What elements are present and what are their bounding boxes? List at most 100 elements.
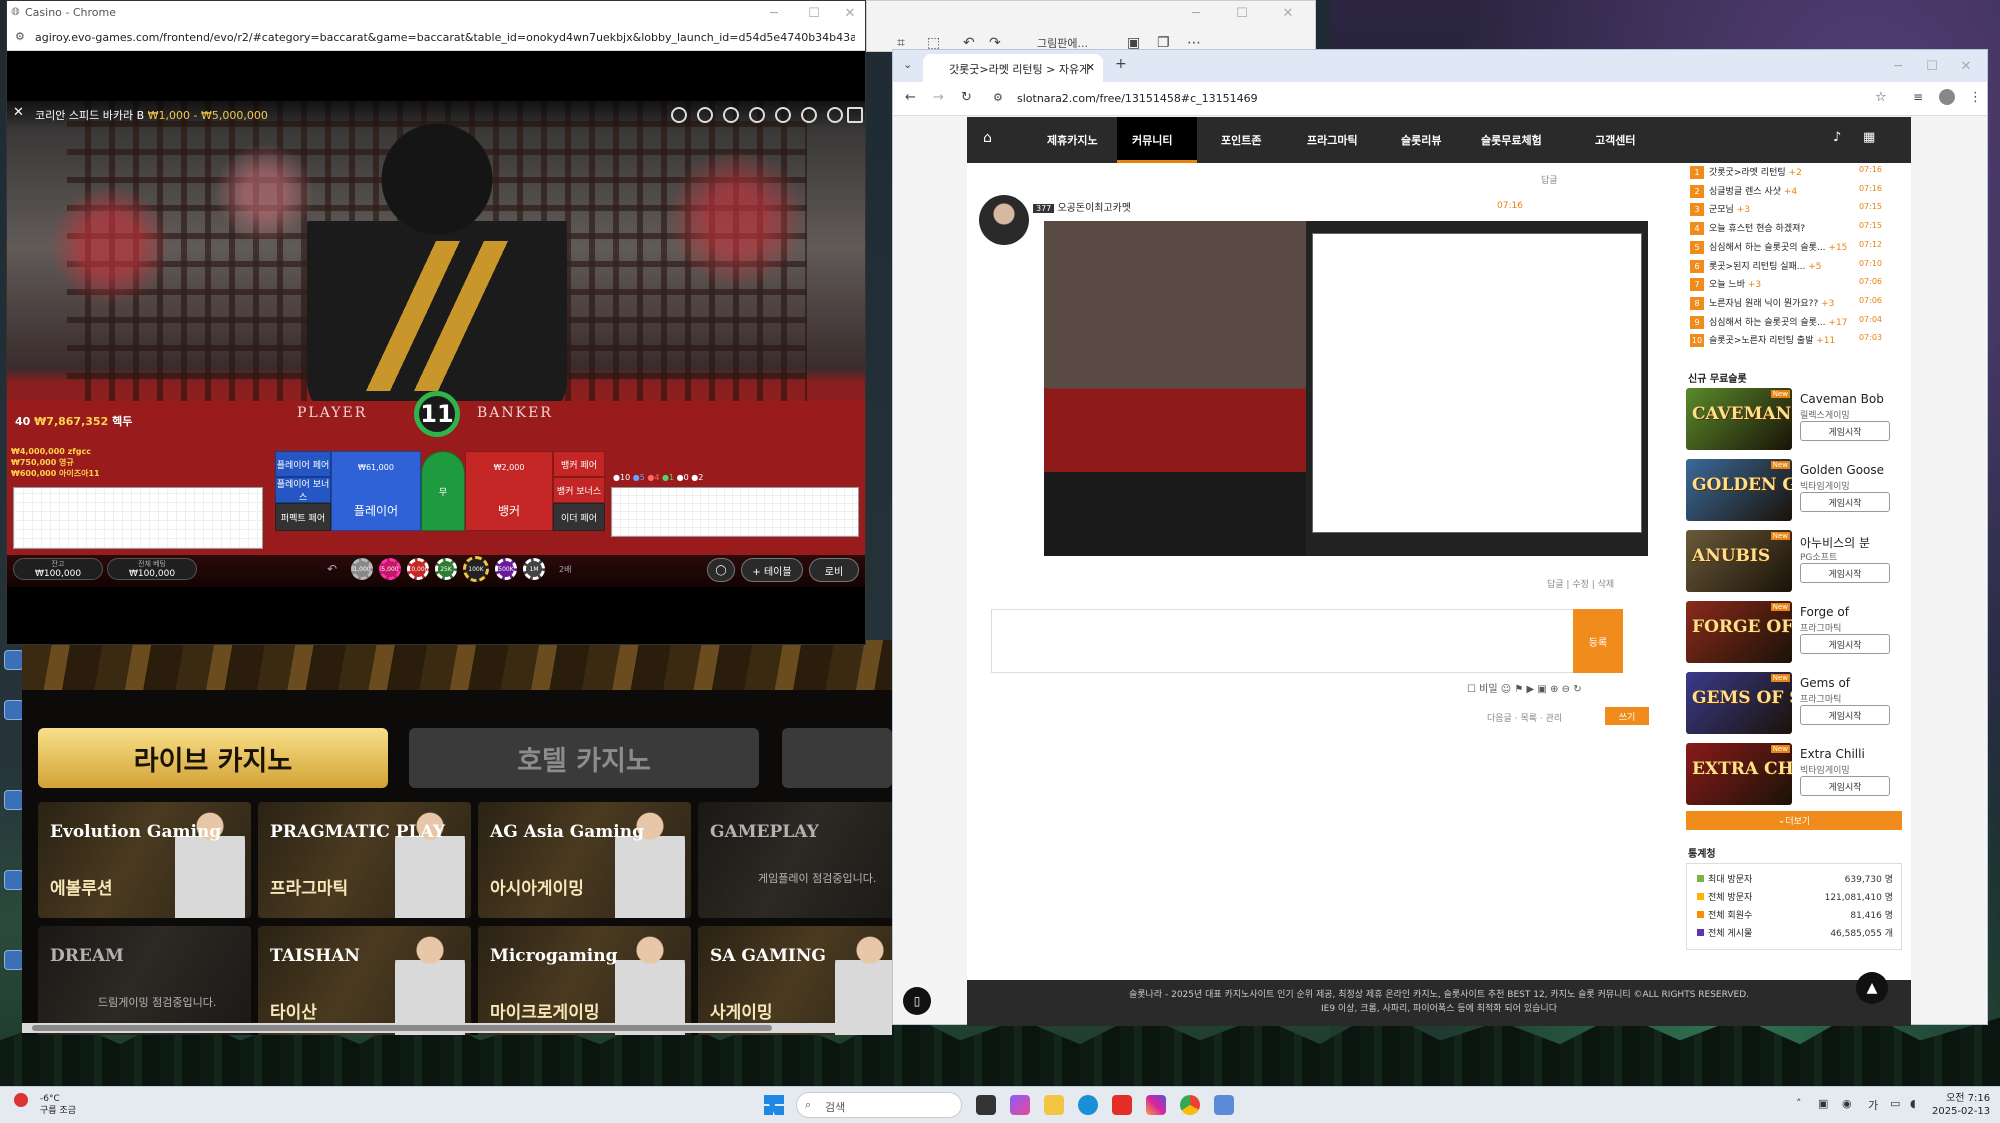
history-icon[interactable] [775, 107, 791, 123]
bet-player-pair[interactable]: 플레이어 페어 [275, 451, 331, 477]
site-info-icon[interactable]: ⚙ [15, 30, 25, 43]
play-button[interactable]: 게임시작 [1800, 421, 1890, 441]
game-card-microgaming[interactable]: Microgaming 마이크로게이밍 [478, 926, 691, 1035]
tray-overflow-icon[interactable]: ˄ [1796, 1097, 1802, 1110]
rank-row[interactable]: 1 갓롯굿>라멧 리턴팅 +2 07:16 [1690, 165, 1890, 183]
home-icon[interactable]: ⌂ [983, 130, 992, 146]
rank-row[interactable]: 10 슬롯곳>노른자 리턴팅 출발 +11 07:03 [1690, 333, 1890, 351]
slot-thumbnail[interactable]: GEMS OF SERENGETI New [1686, 672, 1792, 734]
slot-thumbnail[interactable]: CAVEMAN BOB New [1686, 388, 1792, 450]
game-card-evolution[interactable]: Evolution Gaming 에볼루션 [38, 802, 251, 918]
slot-thumbnail[interactable]: FORGE OF OLYMPUS New [1686, 601, 1792, 663]
chip-5000[interactable]: 5,000 [379, 558, 401, 580]
double-bet[interactable]: 2배 [559, 564, 571, 575]
reply-link[interactable]: 답글 [1547, 580, 1564, 590]
address-bar[interactable]: ← → ↻ ⚙ slotnara2.com/free/13151458#c_13… [893, 82, 1987, 116]
rank-row[interactable]: 6 롯곳>된지 리턴팅 실패... +5 07:10 [1690, 259, 1890, 277]
taskbar-search[interactable]: ⌕ 검색 [796, 1092, 962, 1118]
manage-link[interactable]: 관리 [1546, 714, 1563, 724]
window-titlebar[interactable]: ◍ Casino - Chrome ─ ☐ ✕ [7, 1, 865, 25]
browser-tab[interactable]: 갓롯굿>라멧 리턴팅 > 자유게 ✕ [923, 54, 1103, 82]
chat-bubble-icon[interactable]: ◯ [707, 558, 735, 582]
edge-icon[interactable] [1078, 1095, 1098, 1115]
file-explorer-icon[interactable] [1044, 1095, 1064, 1115]
nav-free-slots[interactable]: 슬롯무료체험 [1481, 132, 1542, 148]
rank-row[interactable]: 7 오늘 느바 +3 07:06 [1690, 277, 1890, 295]
nav-community[interactable]: 커뮤니티 [1132, 132, 1172, 148]
bet-player[interactable]: ₩61,000 플레이어 [331, 451, 421, 531]
next-post-link[interactable]: 다음글 [1487, 714, 1512, 724]
game-card-sa-gaming[interactable]: SA GAMING 사게이밍 [698, 926, 892, 1035]
close-game-icon[interactable]: ✕ [13, 105, 24, 120]
instagram-icon[interactable] [1146, 1095, 1166, 1115]
bet-banker-pair[interactable]: 뱅커 페어 [553, 451, 605, 477]
slotnara-browser-window[interactable]: ⌄ 갓롯굿>라멧 리턴팅 > 자유게 ✕ + ─ ☐ ✕ ← → ↻ ⚙ slo… [892, 49, 1989, 1026]
edit-link[interactable]: 수정 [1572, 580, 1589, 590]
reading-list-icon[interactable]: ≡ [1913, 90, 1923, 104]
nav-point-zone[interactable]: 포인트존 [1221, 132, 1261, 148]
back-icon[interactable]: ← [905, 90, 916, 105]
bet-either-pair[interactable]: 이더 페어 [553, 503, 605, 531]
lobby-button[interactable]: 로비 [809, 558, 859, 582]
url-text[interactable]: agiroy.evo-games.com/frontend/evo/r2/#ca… [35, 31, 855, 44]
task-view-icon[interactable] [976, 1095, 996, 1115]
play-button[interactable]: 게임시작 [1800, 776, 1890, 796]
slot-item[interactable]: GEMS OF SERENGETI New Gems of 프라그마틱게임시작 [1686, 672, 1900, 736]
rank-row[interactable]: 2 싱글벙글 렌스 사샷 +4 07:16 [1690, 184, 1890, 202]
play-button[interactable]: 게임시작 [1800, 705, 1890, 725]
chip-1m[interactable]: 1M [523, 558, 545, 580]
profile-avatar[interactable] [1939, 89, 1955, 105]
close-icon[interactable]: ✕ [1265, 1, 1311, 25]
horizontal-scrollbar[interactable] [22, 1023, 892, 1033]
plus-icon[interactable]: ⊕ [1550, 684, 1558, 695]
nav-partner-casino[interactable]: 제휴카지노 [1047, 132, 1098, 148]
paint-window[interactable]: ⌗ ⬚ ↶ ↷ 그림판에... ▣ ❐ ⋯ ─ ☐ ✕ [866, 0, 1316, 52]
desktop-icon[interactable] [4, 950, 24, 970]
fullscreen-icon[interactable] [847, 107, 863, 123]
tab-list-icon[interactable]: ⌄ [903, 58, 912, 71]
play-button[interactable]: 게임시작 [1800, 492, 1890, 512]
comment-input[interactable] [991, 609, 1604, 673]
more-button[interactable]: ⌄ 더보기 [1686, 811, 1902, 830]
site-info-icon[interactable]: ⚙ [993, 91, 1003, 104]
slot-item[interactable]: FORGE OF OLYMPUS New Forge of 프라그마틱게임시작 [1686, 601, 1900, 665]
game-card-taishan[interactable]: TAISHAN 타이산 [258, 926, 471, 1035]
avatar[interactable] [979, 195, 1029, 245]
game-lobby-icon[interactable] [827, 107, 843, 123]
secret-checkbox[interactable]: ☐ [1467, 684, 1476, 695]
mobile-view-icon[interactable]: ▯ [903, 987, 931, 1015]
tab-live-casino[interactable]: 라이브 카지노 [38, 728, 388, 788]
flag-icon[interactable]: ⚑ [1514, 684, 1523, 695]
tray-app-icon[interactable]: ◉ [1842, 1097, 1852, 1110]
nav-slot-review[interactable]: 슬롯리뷰 [1401, 132, 1441, 148]
reload-icon[interactable]: ↻ [961, 90, 972, 105]
attached-screenshot[interactable] [1044, 221, 1648, 556]
new-tab-icon[interactable]: + [1115, 56, 1127, 72]
network-icon[interactable]: ▭ [1890, 1097, 1900, 1110]
close-icon[interactable]: ✕ [827, 1, 873, 25]
chip-500k[interactable]: 500K [495, 558, 517, 580]
slot-item[interactable]: EXTRA CHILLI New Extra Chilli 빅타임게이밍게임시작 [1686, 743, 1900, 807]
list-link[interactable]: 목록 [1520, 714, 1537, 724]
close-icon[interactable]: ✕ [1943, 54, 1989, 78]
clock[interactable]: 오전 7:16 2025-02-13 [1932, 1092, 1990, 1118]
windows-start-icon[interactable] [764, 1095, 784, 1115]
rank-row[interactable]: 9 심심해서 하는 슬롯곳의 슬롯... +17 07:04 [1690, 315, 1890, 333]
write-button[interactable]: 쓰기 [1605, 707, 1649, 725]
emoji-icon[interactable]: ☺ [1501, 684, 1511, 695]
copilot-icon[interactable] [1010, 1095, 1030, 1115]
tab-more[interactable] [782, 728, 892, 788]
scrollbar-thumb[interactable] [32, 1025, 772, 1031]
volume-icon[interactable]: ◖ [1910, 1097, 1916, 1110]
tab-close-icon[interactable]: ✕ [1086, 61, 1095, 74]
tray-app-icon[interactable]: ▣ [1818, 1097, 1828, 1110]
rank-row[interactable]: 8 노른자님 원래 닉이 뭔가요?? +3 07:06 [1690, 296, 1890, 314]
desktop-icon[interactable] [4, 700, 24, 720]
minus-icon[interactable]: ⊖ [1562, 684, 1570, 695]
url-text[interactable]: slotnara2.com/free/13151458#c_13151469 [1017, 92, 1258, 105]
desktop-icon[interactable] [4, 870, 24, 890]
sound-icon[interactable] [723, 107, 739, 123]
weather-widget[interactable]: -6°C 구름 조금 [14, 1093, 76, 1116]
game-card-gameplay[interactable]: GAMEPLAY 게임플레이 점검중입니다. [698, 802, 892, 918]
maximize-icon[interactable]: ☐ [1219, 1, 1265, 25]
